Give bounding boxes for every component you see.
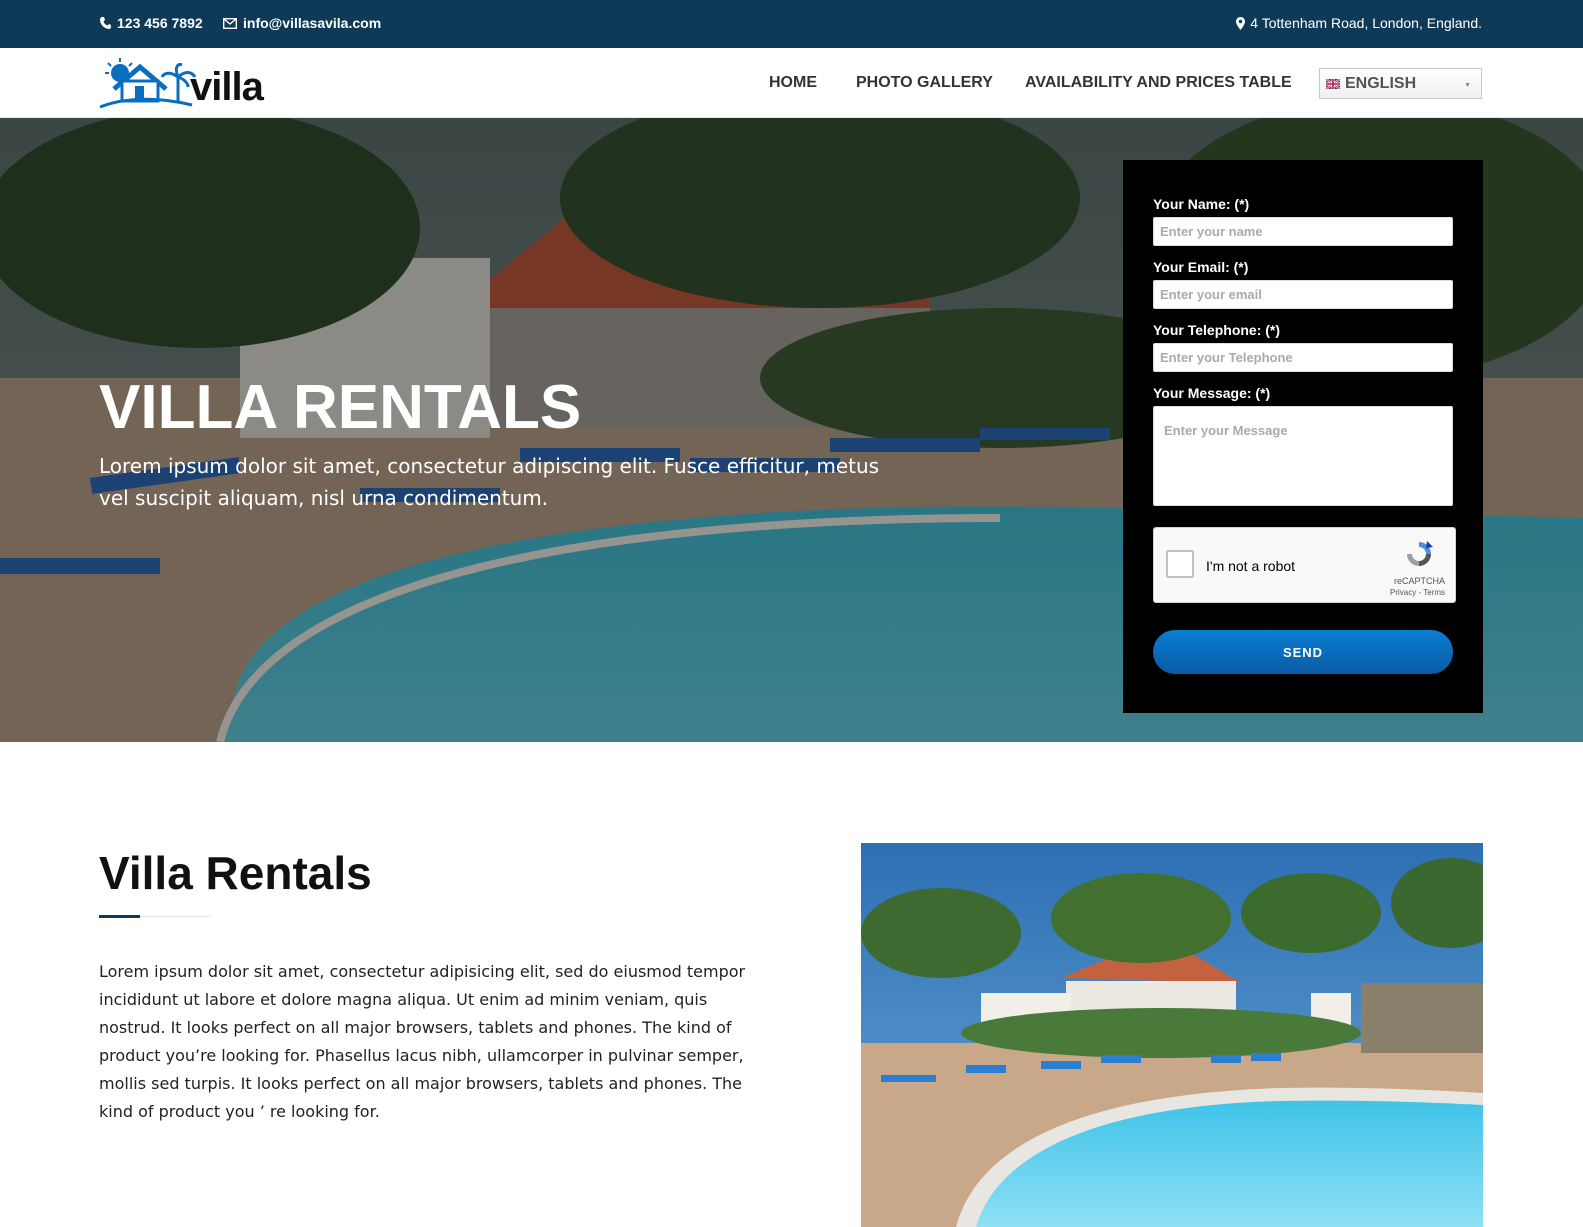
chevron-down-icon: ▼ [1464, 82, 1471, 89]
language-selector[interactable]: ENGLISH ▼ [1319, 68, 1482, 99]
title-underline-accent [99, 915, 140, 918]
recaptcha-checkbox[interactable] [1166, 550, 1194, 578]
contact-form: Your Name: (*) Your Email: (*) Your Tele… [1123, 160, 1483, 713]
email-address: info@villasavila.com [243, 15, 382, 31]
hero-description: Lorem ipsum dolor sit amet, consectetur … [99, 454, 880, 510]
telephone-label: Your Telephone: (*) [1153, 322, 1281, 338]
section-title: Villa Rentals [99, 847, 372, 899]
nav-photo-gallery[interactable]: PHOTO GALLERY [856, 74, 993, 92]
recaptcha-brand: reCAPTCHA [1393, 576, 1445, 586]
envelope-icon [223, 17, 237, 29]
villa-house-logo-icon [99, 58, 197, 109]
uk-flag-icon [1326, 78, 1340, 89]
send-button[interactable]: SEND [1153, 630, 1453, 674]
site-header: villa HOME PHOTO GALLERY AVAILABILITY AN… [0, 48, 1583, 118]
section-description: Lorem ipsum dolor sit amet, consectetur … [99, 962, 746, 1121]
top-bar: 123 456 7892 info@villasavila.com 4 Tott… [0, 0, 1583, 48]
nav-availability-prices[interactable]: AVAILABILITY AND PRICES TABLE [1025, 74, 1292, 92]
hero-title: VILLA RENTALS [99, 373, 582, 442]
telephone-input[interactable] [1153, 343, 1453, 372]
contact-phone[interactable]: 123 456 7892 [100, 15, 203, 31]
email-label: Your Email: (*) [1153, 259, 1249, 275]
email-input[interactable] [1153, 280, 1453, 309]
contact-email[interactable]: info@villasavila.com [223, 15, 381, 31]
message-textarea[interactable] [1153, 406, 1453, 506]
contact-address: 4 Tottenham Road, London, England. [1236, 15, 1482, 31]
phone-number: 123 456 7892 [117, 15, 203, 31]
phone-icon [100, 17, 111, 29]
logo-text: villa [190, 65, 264, 109]
recaptcha-icon [1407, 541, 1433, 566]
site-logo[interactable]: villa [99, 55, 270, 113]
nav-home[interactable]: HOME [769, 74, 817, 92]
name-input[interactable] [1153, 217, 1453, 246]
recaptcha-terms-link[interactable]: Privacy - Terms [1390, 588, 1445, 597]
address-text: 4 Tottenham Road, London, England. [1250, 15, 1482, 31]
message-label: Your Message: (*) [1153, 385, 1271, 401]
map-pin-icon [1236, 16, 1246, 30]
recaptcha-label: I'm not a robot [1206, 558, 1296, 574]
name-label: Your Name: (*) [1153, 196, 1250, 212]
villa-pool-photo [861, 843, 1483, 1227]
language-label: ENGLISH [1345, 74, 1417, 92]
recaptcha-widget: I'm not a robot reCAPTCHA Privacy - Term… [1153, 527, 1456, 603]
